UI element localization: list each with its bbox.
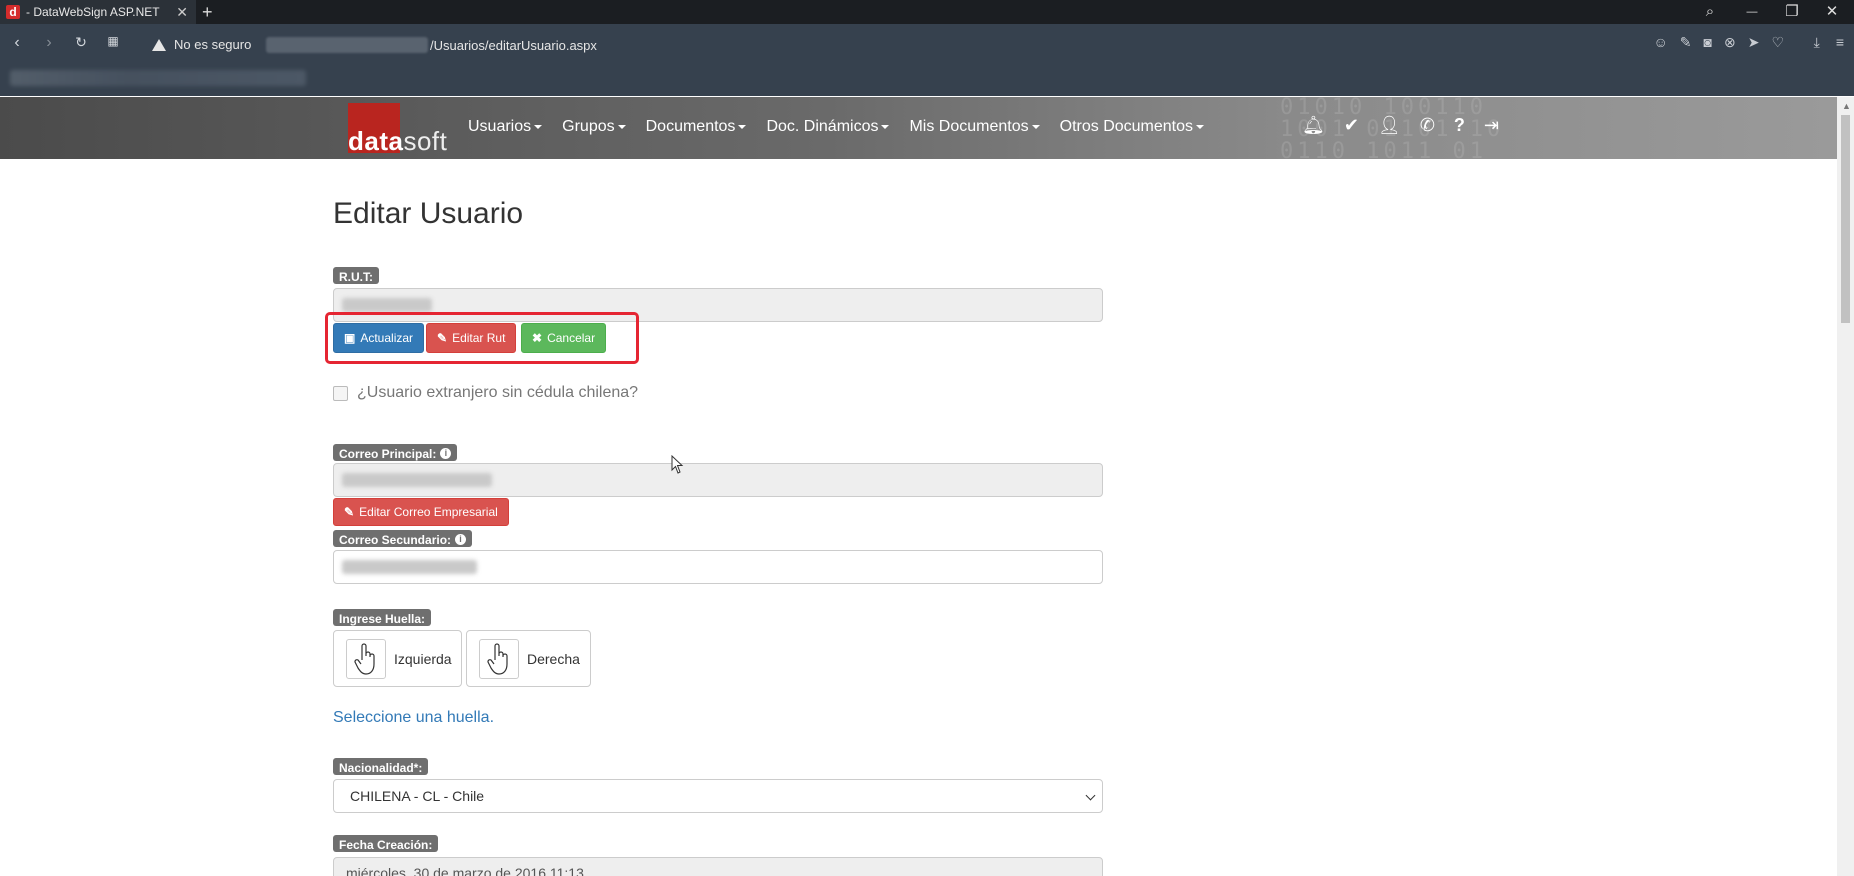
forward-icon[interactable]: ›: [38, 34, 60, 52]
creation-date-field: miércoles, 30 de marzo de 2016 11:13: [333, 857, 1103, 876]
camera-icon[interactable]: ◙: [1704, 34, 1712, 51]
page-title: Editar Usuario: [333, 197, 524, 230]
select-fingerprint-text: Seleccione una huella.: [333, 709, 495, 726]
help-icon[interactable]: ?: [1454, 115, 1465, 136]
download-icon[interactable]: ⤓: [1814, 34, 1820, 51]
finger-pointer-icon: [479, 638, 519, 679]
phone-icon[interactable]: ✆: [1420, 115, 1435, 136]
site-navbar: 01010 100110 1001 01101 10 0110 1011 01 da…: [0, 97, 1837, 159]
left-finger-label: Izquierda: [394, 650, 452, 667]
save-icon: ▣: [344, 331, 356, 345]
caret-down-icon: [1196, 124, 1205, 129]
bookmarks-redacted[interactable]: [10, 70, 306, 86]
edit-icon[interactable]: ✎: [1680, 34, 1692, 51]
browser-address-bar: ‹ › ↻ ▦ No es seguro /Usuarios/editarUsu…: [0, 24, 1854, 96]
url-path[interactable]: /Usuarios/editarUsuario.aspx: [430, 38, 597, 53]
creation-date-value: miércoles, 30 de marzo de 2016 11:13: [346, 865, 584, 876]
logout-icon[interactable]: ⇥: [1484, 115, 1499, 136]
user-icon[interactable]: 👤︎: [1378, 115, 1401, 136]
url-host-redacted[interactable]: [266, 37, 428, 53]
new-tab-button[interactable]: +: [202, 2, 213, 22]
secondary-email-redacted: [342, 560, 477, 574]
heart-icon[interactable]: ♡: [1771, 34, 1784, 51]
browser-right-icons: ⤓ ≡: [1814, 34, 1844, 51]
check-icon[interactable]: ✔: [1344, 115, 1359, 136]
reload-icon[interactable]: ↻: [70, 34, 92, 51]
send-icon[interactable]: ➤: [1748, 34, 1760, 51]
bell-icon[interactable]: 🔔︎: [1302, 115, 1325, 136]
nationality-value: CHILENA - CL - Chile: [350, 788, 485, 804]
secondary-email-label: Correo Secundario: i: [333, 530, 473, 547]
navbar-icons: 🔔︎ ✔ 👤︎ ✆ ? ⇥: [1302, 115, 1499, 136]
caret-down-icon: [738, 124, 747, 129]
edit-corporate-email-button[interactable]: ✎ Editar Correo Empresarial: [333, 498, 509, 526]
restore-button[interactable]: ❐: [1772, 0, 1812, 24]
primary-email-label: Correo Principal: i: [333, 444, 458, 461]
fingerprint-label: Ingrese Huella:: [333, 609, 432, 626]
browser-search-icon[interactable]: ⌕: [1690, 0, 1730, 24]
logo-soft-text: soft: [403, 126, 448, 156]
close-icon: ✖: [532, 331, 543, 345]
primary-email-field[interactable]: [333, 463, 1103, 497]
right-finger-label: Derecha: [527, 650, 580, 667]
creation-date-label: Fecha Creación:: [333, 835, 439, 852]
browser-tab[interactable]: d - DataWebSign ASP.NET ✕: [0, 0, 196, 24]
menu-grupos[interactable]: Grupos: [562, 118, 626, 136]
scroll-up-icon[interactable]: ▲: [1842, 101, 1851, 111]
cancel-button[interactable]: ✖ Cancelar: [521, 323, 607, 353]
close-window-button[interactable]: ✕: [1812, 0, 1852, 24]
right-finger-button[interactable]: Derecha: [466, 630, 591, 687]
extension-icons: ☺ ✎ ◙ ⊗ ➤ ♡: [1653, 34, 1784, 51]
browser-tab-bar: d - DataWebSign ASP.NET ✕ + ⌕ — ❐ ✕: [0, 0, 1854, 24]
caret-down-icon: [617, 124, 626, 129]
finger-pointer-icon: [346, 638, 386, 679]
warning-icon: [152, 38, 166, 51]
foreign-user-checkbox[interactable]: [333, 385, 348, 401]
emoji-icon[interactable]: ☺: [1653, 34, 1667, 51]
menu-doc-dinamicos[interactable]: Doc. Dinámicos: [766, 118, 890, 136]
logo-data-text: data: [348, 126, 404, 156]
block-icon[interactable]: ⊗: [1724, 34, 1736, 51]
left-finger-button[interactable]: Izquierda: [333, 630, 462, 687]
caret-down-icon: [534, 124, 543, 129]
scrollbar-thumb[interactable]: [1841, 115, 1850, 323]
caret-down-icon: [881, 124, 890, 129]
menu-otros-documentos[interactable]: Otros Documentos: [1060, 118, 1205, 136]
foreign-user-checkbox-row[interactable]: ¿Usuario extranjero sin cédula chilena?: [333, 384, 638, 402]
menu-documentos[interactable]: Documentos: [646, 118, 747, 136]
secondary-email-field[interactable]: [333, 550, 1103, 584]
rut-label: R.U.T:: [333, 267, 379, 284]
mouse-cursor-icon: [671, 455, 684, 474]
security-text: No es seguro: [174, 37, 252, 52]
nationality-select[interactable]: CHILENA - CL - Chile: [333, 779, 1103, 813]
update-button[interactable]: ▣ Actualizar: [333, 323, 425, 353]
minimize-button[interactable]: —: [1732, 0, 1772, 24]
info-icon[interactable]: i: [455, 534, 467, 545]
site-favicon-icon: d: [6, 5, 20, 19]
menu-icon[interactable]: ≡: [1836, 34, 1844, 51]
rut-value-redacted: [342, 298, 432, 312]
tabs-grid-icon[interactable]: ▦: [102, 34, 124, 48]
chevron-down-icon: [1085, 790, 1096, 801]
tab-title: - DataWebSign ASP.NET: [26, 5, 160, 19]
primary-email-redacted: [342, 473, 492, 487]
menu-usuarios[interactable]: Usuarios: [468, 118, 543, 136]
tab-close-icon[interactable]: ✕: [176, 4, 188, 21]
pencil-icon: ✎: [344, 505, 355, 519]
security-indicator[interactable]: No es seguro: [152, 37, 251, 52]
datasoft-logo[interactable]: datasoft: [348, 103, 448, 156]
foreign-user-label: ¿Usuario extranjero sin cédula chilena?: [357, 384, 639, 401]
info-icon[interactable]: i: [440, 448, 452, 459]
caret-down-icon: [1031, 124, 1040, 129]
menu-mis-documentos[interactable]: Mis Documentos: [909, 118, 1040, 136]
main-menu: Usuarios Grupos Documentos Doc. Dinámico…: [468, 118, 1205, 136]
page-content: Editar Usuario R.U.T: ▣ Actualizar ✎ Edita…: [0, 159, 1837, 876]
back-icon[interactable]: ‹: [6, 34, 28, 52]
page-scrollbar[interactable]: ▲: [1837, 97, 1854, 876]
nationality-label: Nacionalidad*:: [333, 758, 429, 775]
edit-rut-button[interactable]: ✎ Editar Rut: [426, 323, 517, 353]
pencil-icon: ✎: [437, 331, 448, 345]
